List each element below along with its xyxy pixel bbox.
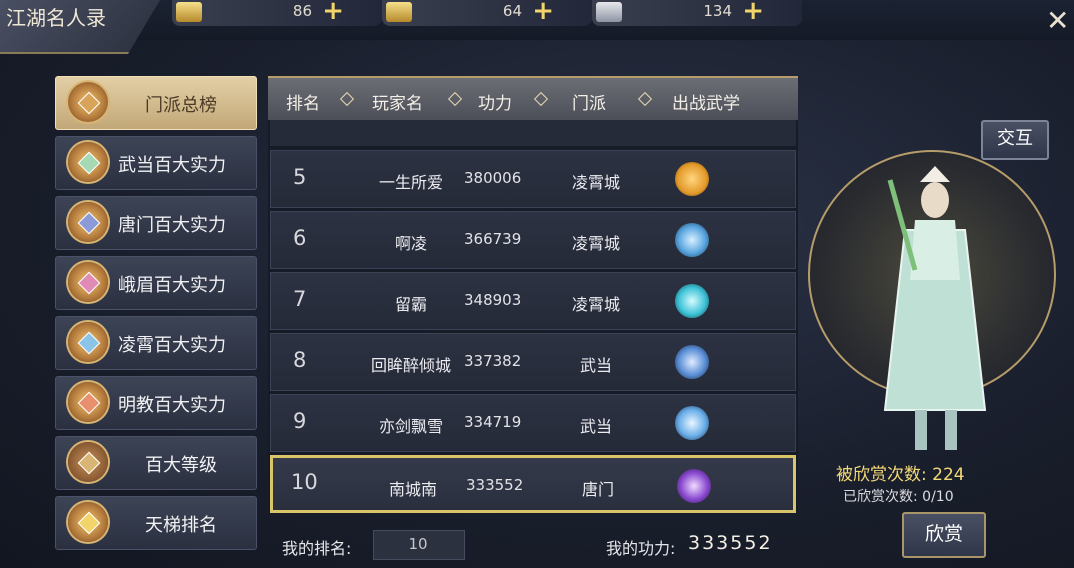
diamond-icon xyxy=(339,91,355,107)
sidebar-item-ladder[interactable]: 天梯排名 xyxy=(55,496,257,550)
interact-button[interactable]: 交互 xyxy=(981,120,1049,160)
sidebar-item-sect-overall[interactable]: 门派总榜 xyxy=(55,76,257,130)
table-row-partial xyxy=(270,120,796,146)
add-gold-button[interactable]: + xyxy=(322,0,344,26)
column-header-skill: 出战武学 xyxy=(672,94,740,114)
power-cell: 333552 xyxy=(466,476,524,494)
sect-cell: 唐门 xyxy=(581,480,614,499)
player-name-cell: 一生所爱 xyxy=(378,173,443,192)
power-cell: 366739 xyxy=(464,230,522,248)
table-row[interactable]: 7 留霸 348903 凌霄城 xyxy=(270,272,796,330)
currency-gold: 86 + xyxy=(172,0,382,26)
sidebar-item-label: 唐门百大实力 xyxy=(118,215,226,236)
rank-cell: 5 xyxy=(293,165,307,189)
sidebar-item-emei[interactable]: 峨眉百大实力 xyxy=(55,256,257,310)
table-row[interactable]: 5 一生所爱 380006 凌霄城 xyxy=(270,150,796,208)
lingxiao-emblem-icon xyxy=(68,322,108,362)
praised-count: 被欣赏次数: 224 xyxy=(836,465,965,485)
table-row[interactable]: 8 回眸醉倾城 337382 武当 xyxy=(270,333,796,391)
my-power-value: 333552 xyxy=(688,532,773,554)
already-praised-count: 已欣赏次数: 0/10 xyxy=(843,489,954,505)
sidebar-item-level-top100[interactable]: 百大等级 xyxy=(55,436,257,490)
player-name-cell: 回眸醉倾城 xyxy=(370,356,451,375)
power-cell: 334719 xyxy=(464,413,522,431)
close-icon[interactable]: ✕ xyxy=(1046,4,1069,37)
sect-cell: 武当 xyxy=(579,356,612,375)
sidebar-item-wudang[interactable]: 武当百大实力 xyxy=(55,136,257,190)
sidebar-item-label: 明教百大实力 xyxy=(118,395,226,416)
currency-locked-gold-value: 64 xyxy=(502,2,522,20)
currency-silver: 134 + xyxy=(592,0,802,26)
mingjiao-emblem-icon xyxy=(68,382,108,422)
page-title: 江湖名人录 xyxy=(6,6,106,30)
rank-cell: 10 xyxy=(291,470,318,494)
emei-emblem-icon xyxy=(68,262,108,302)
sidebar-item-tangmen[interactable]: 唐门百大实力 xyxy=(55,196,257,250)
player-name-cell: 留霸 xyxy=(394,295,427,314)
table-header: 排名 玩家名 功力 门派 出战武学 xyxy=(268,76,798,120)
currency-locked-gold: 64 + xyxy=(382,0,592,26)
sect-cell: 凌霄城 xyxy=(571,234,620,253)
character-model[interactable] xyxy=(860,160,1010,460)
skill-icon[interactable] xyxy=(675,406,709,440)
locked-silver-icon xyxy=(596,2,622,22)
power-cell: 337382 xyxy=(464,352,522,370)
sect-cell: 凌霄城 xyxy=(571,295,620,314)
tangmen-emblem-icon xyxy=(68,202,108,242)
sect-emblem-icon xyxy=(68,82,108,122)
skill-icon[interactable] xyxy=(677,469,711,503)
locked-ingot-icon xyxy=(386,2,412,22)
sect-cell: 武当 xyxy=(579,417,612,436)
gold-ingot-icon xyxy=(176,2,202,22)
add-silver-button[interactable]: + xyxy=(742,0,764,26)
table-row[interactable]: 6 啊凌 366739 凌霄城 xyxy=(270,211,796,269)
player-name-cell: 亦剑飘雪 xyxy=(378,417,443,436)
my-rank-label: 我的排名: xyxy=(282,539,352,558)
player-name-cell: 南城南 xyxy=(388,480,437,499)
sidebar-item-label: 门派总榜 xyxy=(145,95,217,116)
sidebar-item-lingxiao[interactable]: 凌霄百大实力 xyxy=(55,316,257,370)
player-name-cell: 啊凌 xyxy=(394,234,427,253)
praise-button[interactable]: 欣赏 xyxy=(902,512,986,558)
rank-cell: 8 xyxy=(293,348,307,372)
power-cell: 380006 xyxy=(464,169,522,187)
table-row[interactable]: 9 亦剑飘雪 334719 武当 xyxy=(270,394,796,452)
skill-icon[interactable] xyxy=(675,284,709,318)
sidebar-item-label: 凌霄百大实力 xyxy=(118,335,226,356)
currency-gold-value: 86 xyxy=(292,2,312,20)
my-rank-value: 10 xyxy=(408,535,428,553)
wudang-emblem-icon xyxy=(68,142,108,182)
sidebar-item-label: 武当百大实力 xyxy=(118,155,226,176)
diamond-icon xyxy=(637,91,653,107)
my-power-label: 我的功力: xyxy=(606,539,676,558)
skill-icon[interactable] xyxy=(675,223,709,257)
rank-cell: 7 xyxy=(293,287,307,311)
add-locked-gold-button[interactable]: + xyxy=(532,0,554,26)
sidebar-item-label: 天梯排名 xyxy=(145,515,217,536)
sidebar-item-mingjiao[interactable]: 明教百大实力 xyxy=(55,376,257,430)
column-header-rank: 排名 xyxy=(286,94,320,114)
diamond-icon xyxy=(447,91,463,107)
column-header-sect: 门派 xyxy=(572,94,606,114)
power-cell: 348903 xyxy=(464,291,522,309)
column-header-player: 玩家名 xyxy=(372,94,423,114)
ladder-emblem-icon xyxy=(68,502,108,542)
sidebar-item-label: 峨眉百大实力 xyxy=(118,275,226,296)
rank-cell: 9 xyxy=(293,409,307,433)
sect-cell: 凌霄城 xyxy=(571,173,620,192)
table-row-selected[interactable]: 10 南城南 333552 唐门 xyxy=(270,455,796,513)
currency-silver-value: 134 xyxy=(703,2,732,20)
skill-icon[interactable] xyxy=(675,162,709,196)
sidebar-item-label: 百大等级 xyxy=(145,455,217,476)
warrior-icon xyxy=(68,442,108,482)
column-header-power: 功力 xyxy=(478,94,512,114)
skill-icon[interactable] xyxy=(675,345,709,379)
diamond-icon xyxy=(533,91,549,107)
rank-cell: 6 xyxy=(293,226,307,250)
